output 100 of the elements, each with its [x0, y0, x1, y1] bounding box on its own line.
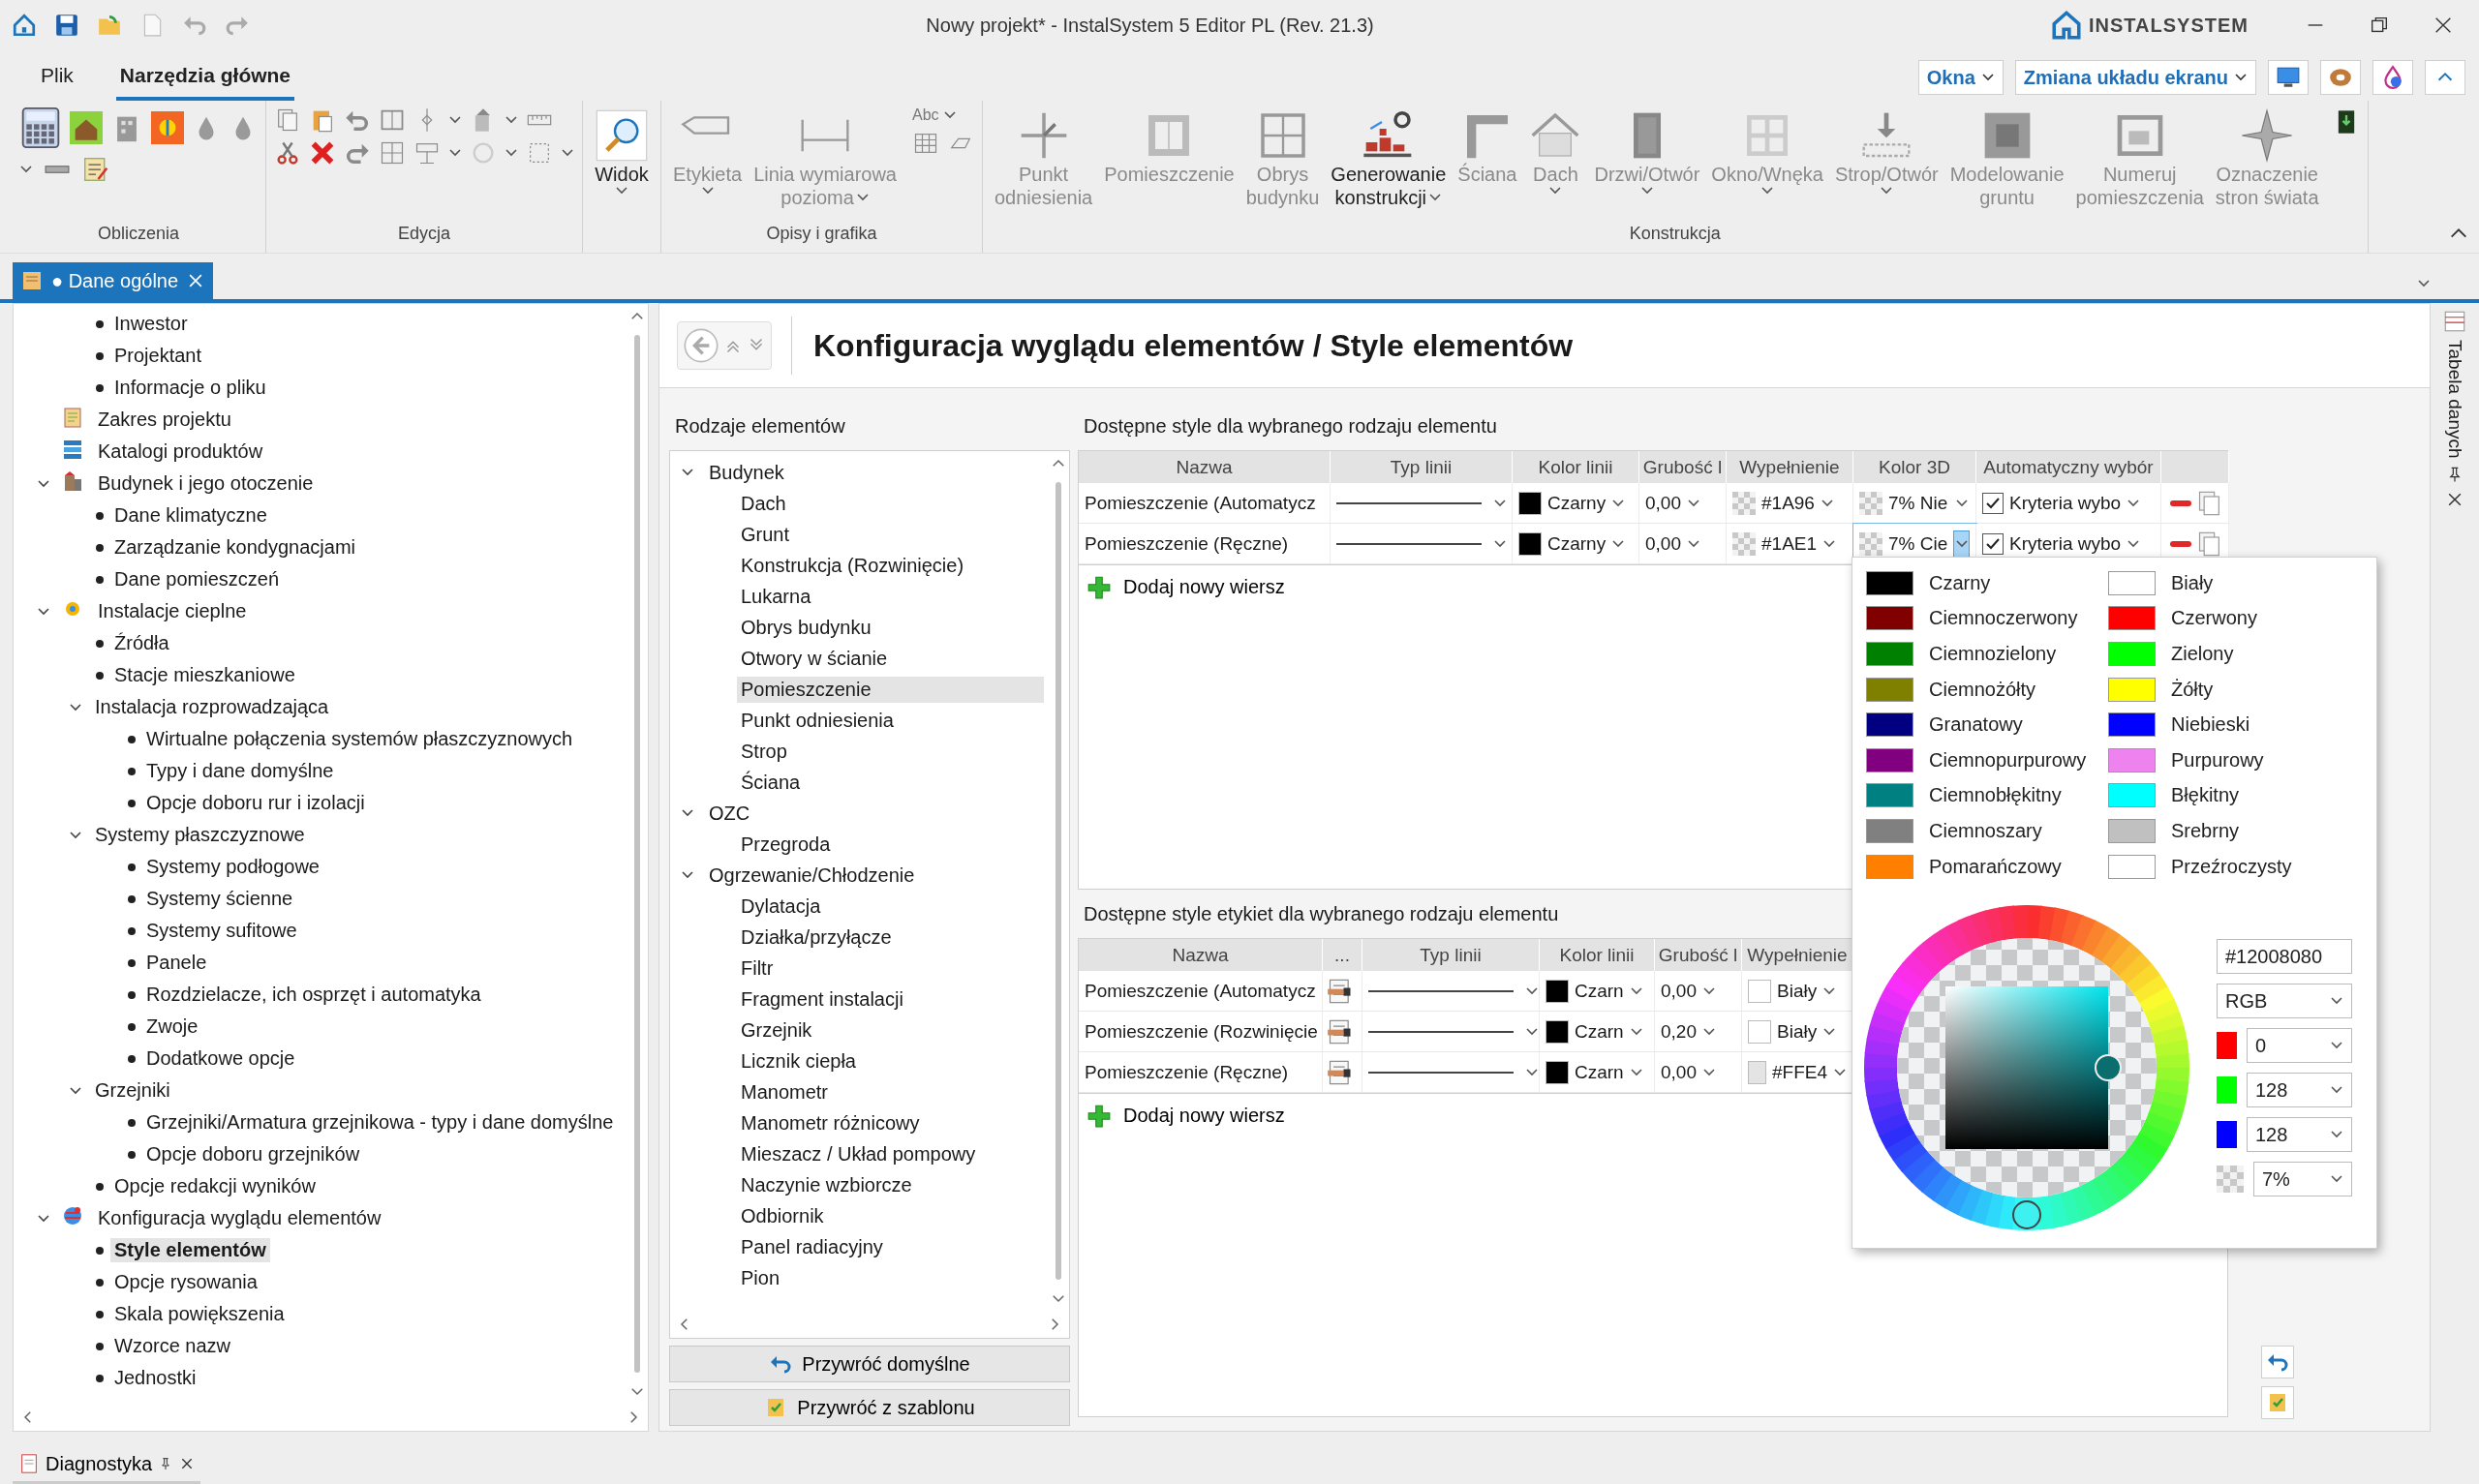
list-item[interactable]: Ogrzewanie/Chłodzenie: [705, 862, 1044, 889]
color-option[interactable]: Srebrny: [2104, 813, 2346, 849]
menu-tab[interactable]: Narzędzia główne: [115, 64, 295, 101]
chevron-down-icon[interactable]: [1702, 1067, 1716, 1077]
list-item[interactable]: Mieszacz / Układ pompowy: [737, 1140, 1044, 1167]
chevron-down-icon[interactable]: [2330, 1174, 2343, 1185]
tree-item[interactable]: Konfiguracja wyglądu elementów: [94, 1206, 385, 1230]
tree-item[interactable]: Zwoje: [142, 1015, 202, 1039]
dropdown-button[interactable]: Zmiana układu ekranu: [2014, 60, 2256, 95]
channel-value-dropdown[interactable]: 128: [2246, 1117, 2352, 1153]
chevron-down-icon[interactable]: [1820, 498, 1834, 508]
list-item[interactable]: Otwory w ścianie: [737, 645, 1044, 672]
column-header[interactable]: Wypełnienie: [1727, 451, 1853, 483]
ribbon-button[interactable]: Generowanie konstrukcji: [1327, 106, 1451, 211]
chevron-down-icon[interactable]: [1611, 498, 1626, 508]
list-item[interactable]: Lukarna: [737, 583, 1044, 610]
list-item[interactable]: Ściana: [737, 769, 1044, 796]
color-option[interactable]: Ciemnożółty: [1862, 671, 2104, 708]
tree-item[interactable]: Systemy ścienne: [142, 887, 297, 911]
column-header[interactable]: Nazwa: [1079, 451, 1331, 483]
list-item[interactable]: Pion: [737, 1264, 1044, 1291]
list-item[interactable]: Fragment instalacji: [737, 985, 1044, 1013]
list-item[interactable]: Grzejnik: [737, 1016, 1044, 1044]
chevron-down-icon[interactable]: [1833, 1067, 1847, 1077]
restore-button[interactable]: Przywróć z szablonu: [669, 1389, 1070, 1426]
chevron-down-icon[interactable]: [1629, 1026, 1643, 1037]
auto-select-dropdown[interactable]: Kryteria wybo: [1976, 483, 2161, 524]
list-item[interactable]: Strop: [737, 738, 1044, 765]
thickness-dropdown[interactable]: 0,00: [1639, 524, 1727, 564]
ribbon-button[interactable]: Widok: [591, 106, 653, 197]
tree-item[interactable]: Zakres projektu: [94, 408, 235, 432]
delete-icon[interactable]: [309, 139, 336, 167]
list-item[interactable]: Konstrukcja (Rozwinięcie): [737, 552, 1044, 579]
line-type-dropdown[interactable]: [1331, 483, 1513, 524]
chevron-down-icon[interactable]: [2127, 498, 2141, 508]
tree-item[interactable]: Grzejniki: [91, 1078, 174, 1103]
line-type-dropdown[interactable]: [1362, 971, 1540, 1012]
side-panel-title[interactable]: Tabela danych: [2444, 340, 2465, 459]
line-type-dropdown[interactable]: [1362, 1012, 1540, 1052]
color-option[interactable]: Granatowy: [1862, 707, 2104, 742]
tree-item[interactable]: Źródła: [110, 631, 173, 655]
scrollbar-thumb[interactable]: [634, 335, 640, 1373]
list-item[interactable]: Panel radiacyjny: [737, 1233, 1044, 1260]
column-header[interactable]: ...: [1323, 939, 1362, 971]
chevron-down-icon[interactable]: [2234, 73, 2248, 82]
fill-dropdown[interactable]: #1A96: [1727, 483, 1853, 524]
chevron-down-icon[interactable]: [448, 115, 462, 125]
color-option[interactable]: Ciemnopurpurowy: [1862, 742, 2104, 778]
chevron-down-icon[interactable]: [615, 186, 628, 196]
color-option[interactable]: Ciemnobłękitny: [1862, 777, 2104, 814]
color-option[interactable]: Żółty: [2104, 671, 2346, 708]
list-item[interactable]: Punkt odniesienia: [737, 707, 1044, 734]
monitor-icon[interactable]: [2276, 65, 2301, 90]
tree-item[interactable]: Dane pomieszczeń: [110, 567, 284, 591]
tree-item[interactable]: Stacje mieszkaniowe: [110, 663, 299, 687]
line-color-dropdown[interactable]: Czarn: [1540, 1052, 1655, 1093]
list-item[interactable]: Licznik ciepła: [737, 1047, 1044, 1075]
tree-item[interactable]: Instalacja rozprowadzająca: [91, 695, 333, 719]
color-option[interactable]: Ciemnozielony: [1862, 636, 2104, 672]
chevron-down-icon[interactable]: [2330, 1041, 2343, 1051]
color-option[interactable]: Ciemnoszary: [1862, 813, 2104, 849]
column-header[interactable]: Wypełnienie: [1742, 939, 1853, 971]
list-item[interactable]: Manometr: [737, 1078, 1044, 1105]
tree-item[interactable]: Informacje o pliku: [110, 376, 270, 400]
list-item[interactable]: Filtr: [737, 954, 1044, 982]
thickness-dropdown[interactable]: 0,00: [1639, 483, 1727, 524]
color-3d-dropdown[interactable]: 7% Nie: [1853, 483, 1976, 524]
chevron-down-icon[interactable]: [1980, 73, 1995, 82]
chevron-down-icon[interactable]: [1493, 498, 1507, 508]
chevron-down-icon[interactable]: [2330, 1085, 2343, 1096]
chevron-down-icon[interactable]: [1611, 538, 1626, 549]
chevron-down-icon[interactable]: [561, 148, 574, 158]
column-header[interactable]: Nazwa: [1079, 939, 1323, 971]
tree-item[interactable]: Budynek i jego otoczenie: [94, 471, 318, 496]
color-option[interactable]: Niebieski: [2104, 707, 2346, 742]
channel-value-dropdown[interactable]: 0: [2246, 1028, 2352, 1064]
color-option[interactable]: Pomarańczowy: [1862, 848, 2104, 885]
chevron-down-icon[interactable]: [1493, 538, 1507, 549]
color-wheel[interactable]: [1862, 903, 2191, 1233]
house-icon[interactable]: [70, 111, 103, 144]
menu-tab[interactable]: Plik: [37, 64, 77, 101]
save-icon[interactable]: [54, 13, 79, 38]
list-item[interactable]: Dylatacja: [737, 893, 1044, 920]
chevron-down-icon[interactable]: [1822, 1026, 1837, 1037]
chevron-down-icon[interactable]: [2417, 279, 2431, 288]
list-item[interactable]: Pomieszczenie: [737, 676, 1044, 703]
hex-field[interactable]: #12008080: [2217, 939, 2352, 975]
tree-item[interactable]: Dodatkowe opcje: [142, 1046, 299, 1071]
tree-item[interactable]: Jednostki: [110, 1366, 200, 1390]
tree-item[interactable]: Panele: [142, 951, 211, 975]
dropdown-button[interactable]: Okna: [1917, 60, 2004, 95]
thickness-dropdown[interactable]: 0,00: [1655, 971, 1742, 1012]
home-icon[interactable]: [12, 13, 37, 38]
list-item[interactable]: Działka/przyłącze: [737, 924, 1044, 951]
column-header[interactable]: Grubość l: [1655, 939, 1742, 971]
magnifier-icon[interactable]: [595, 108, 649, 163]
chevron-down-icon[interactable]: [1629, 985, 1643, 996]
tree-item[interactable]: Typy i dane domyślne: [142, 759, 338, 783]
chevron-down-icon[interactable]: [1702, 1026, 1716, 1037]
channel-value-dropdown[interactable]: 128: [2246, 1073, 2352, 1108]
